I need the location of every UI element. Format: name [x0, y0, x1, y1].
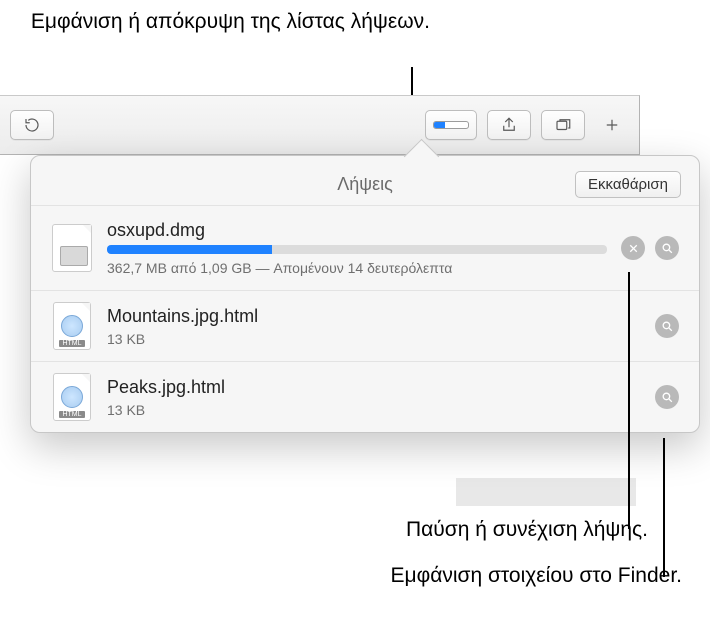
download-filename: Mountains.jpg.html	[107, 306, 641, 327]
tabs-button[interactable]	[541, 110, 585, 140]
share-icon	[500, 116, 518, 134]
callout-finder: Εμφάνιση στοιχείου στο Finder.	[390, 564, 682, 588]
show-in-finder-button[interactable]	[655, 314, 679, 338]
magnify-icon	[661, 391, 674, 404]
download-progress-bar	[107, 245, 607, 254]
show-in-finder-button[interactable]	[655, 385, 679, 409]
stop-download-button[interactable]	[621, 236, 645, 260]
reload-button[interactable]	[10, 110, 54, 140]
file-icon-html: HTML	[51, 305, 93, 347]
popover-header: Λήψεις Εκκαθάριση	[31, 156, 699, 205]
callout-line-pause	[628, 272, 630, 529]
plus-icon	[603, 116, 621, 134]
callout-downloads-toggle: Εμφάνιση ή απόκρυψη της λίστας λήψεων.	[0, 8, 430, 35]
browser-toolbar	[0, 95, 640, 155]
new-tab-button[interactable]	[595, 110, 629, 140]
popover-title: Λήψεις	[337, 174, 393, 194]
download-filename: Peaks.jpg.html	[107, 377, 641, 398]
reload-icon	[23, 116, 41, 134]
file-icon-html: HTML	[51, 376, 93, 418]
download-status: 362,7 MB από 1,09 GB — Απομένουν 14 δευτ…	[107, 260, 607, 276]
download-status: 13 KB	[107, 402, 641, 418]
file-icon-dmg	[51, 227, 93, 269]
background-shadow	[456, 478, 636, 506]
callout-line-finder	[663, 438, 665, 577]
magnify-icon	[661, 242, 674, 255]
tabs-icon	[554, 116, 572, 134]
clear-button[interactable]: Εκκαθάριση	[575, 171, 681, 198]
callout-pause: Παύση ή συνέχιση λήψης.	[406, 518, 648, 542]
downloads-popover: Λήψεις Εκκαθάριση osxupd.dmg 362,7 MB απ…	[30, 155, 700, 433]
magnify-icon	[661, 320, 674, 333]
download-row: HTML Peaks.jpg.html 13 KB	[31, 361, 699, 432]
download-filename: osxupd.dmg	[107, 220, 607, 241]
downloads-progress-icon	[433, 121, 469, 129]
download-status: 13 KB	[107, 331, 641, 347]
close-icon	[627, 242, 640, 255]
download-row: HTML Mountains.jpg.html 13 KB	[31, 290, 699, 361]
share-button[interactable]	[487, 110, 531, 140]
download-row: osxupd.dmg 362,7 MB από 1,09 GB — Απομέν…	[31, 205, 699, 290]
downloads-button[interactable]	[425, 110, 477, 140]
show-in-finder-button[interactable]	[655, 236, 679, 260]
